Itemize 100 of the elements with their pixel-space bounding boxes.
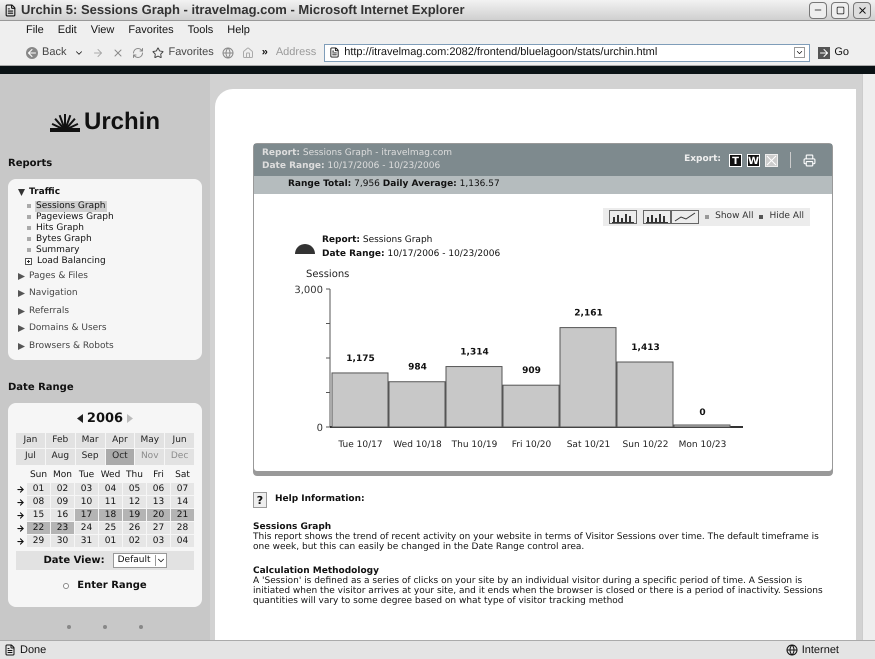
spreadsheet-icon[interactable] xyxy=(765,154,778,166)
chart-type-button[interactable] xyxy=(671,210,700,224)
collapsed-triangle-icon[interactable] xyxy=(18,325,25,332)
select-week-icon[interactable] xyxy=(16,510,25,520)
tree-item[interactable]: Traffic xyxy=(29,186,60,200)
tree-item[interactable]: Referrals xyxy=(29,304,70,318)
toolbar-overflow[interactable]: » xyxy=(262,44,268,61)
month-cell[interactable]: Mar xyxy=(76,432,104,448)
close-button[interactable] xyxy=(853,2,871,18)
export-button[interactable]: T xyxy=(729,154,742,166)
dropdown-icon[interactable] xyxy=(794,47,806,58)
day-cell[interactable]: 20 xyxy=(147,509,170,521)
day-cell[interactable]: 04 xyxy=(99,483,122,495)
day-cell[interactable]: 26 xyxy=(123,522,146,534)
minimize-button[interactable] xyxy=(809,2,827,18)
tree-item[interactable]: Hits Graph xyxy=(35,222,85,234)
day-cell[interactable]: 01 xyxy=(27,483,50,495)
collapsed-triangle-icon[interactable] xyxy=(18,308,25,315)
day-cell[interactable]: 28 xyxy=(171,522,194,534)
day-cell[interactable]: 05 xyxy=(123,483,146,495)
select-week-icon[interactable] xyxy=(16,536,25,546)
month-cell[interactable]: Aug xyxy=(46,449,75,464)
day-cell[interactable]: 29 xyxy=(27,535,50,547)
plus-box-icon[interactable] xyxy=(25,258,32,264)
address-field[interactable]: http://itravelmag.com:2082/frontend/bluelagoon/stats/urchin.html xyxy=(324,44,810,62)
day-cell[interactable]: 19 xyxy=(123,509,146,521)
select-week-icon[interactable] xyxy=(16,524,25,532)
menu-item[interactable]: View xyxy=(90,22,114,39)
month-cell[interactable]: Jul xyxy=(16,449,45,464)
day-cell[interactable]: 16 xyxy=(51,509,74,521)
go-button[interactable]: Go xyxy=(818,44,849,61)
month-cell[interactable]: Apr xyxy=(106,432,134,448)
month-cell[interactable]: Oct xyxy=(106,449,134,464)
day-cell[interactable]: 15 xyxy=(27,509,50,521)
tree-item[interactable]: Browsers & Robots xyxy=(29,340,114,353)
select-week-icon[interactable] xyxy=(16,498,25,506)
day-cell[interactable]: 02 xyxy=(51,483,74,495)
hide-all-link[interactable]: Hide All xyxy=(769,210,804,224)
expanded-triangle-icon[interactable] xyxy=(18,189,25,196)
day-cell[interactable]: 09 xyxy=(51,496,74,508)
date-view-select[interactable]: Default xyxy=(112,553,166,568)
month-cell[interactable]: Jan xyxy=(16,432,45,448)
tree-item[interactable]: Pages & Files xyxy=(29,270,88,283)
day-cell[interactable]: 14 xyxy=(171,496,194,508)
day-cell[interactable]: 30 xyxy=(51,535,74,547)
collapsed-triangle-icon[interactable] xyxy=(18,272,25,280)
show-all-link[interactable]: Show All xyxy=(715,210,754,224)
month-cell[interactable]: Feb xyxy=(46,432,75,448)
day-cell[interactable]: 21 xyxy=(171,509,194,521)
day-cell[interactable]: 11 xyxy=(99,496,122,508)
export-button[interactable]: W xyxy=(747,154,760,166)
maximize-button[interactable] xyxy=(831,2,849,18)
tree-item[interactable]: Load Balancing xyxy=(36,256,107,266)
back-button[interactable]: Back xyxy=(26,44,66,61)
day-cell[interactable]: 07 xyxy=(171,483,194,495)
day-cell[interactable]: 24 xyxy=(75,522,98,534)
tree-item[interactable]: Domains & Users xyxy=(29,322,107,336)
day-cell[interactable]: 08 xyxy=(27,496,50,508)
tree-item[interactable]: Bytes Graph xyxy=(35,234,93,244)
day-cell[interactable]: 10 xyxy=(75,496,98,508)
day-cell[interactable]: 03 xyxy=(147,535,170,547)
globe-icon[interactable] xyxy=(222,46,234,58)
day-cell[interactable]: 06 xyxy=(147,483,170,495)
tree-item[interactable]: Navigation xyxy=(29,287,78,300)
menu-item[interactable]: Favorites xyxy=(128,22,174,39)
menu-item[interactable]: File xyxy=(26,22,44,39)
day-cell[interactable]: 13 xyxy=(147,496,170,508)
tree-item[interactable]: Sessions Graph xyxy=(35,200,106,212)
month-cell[interactable]: Jun xyxy=(165,432,194,448)
stop-icon[interactable] xyxy=(112,46,124,58)
select-week-icon[interactable] xyxy=(16,484,25,494)
menu-item[interactable]: Tools xyxy=(188,22,214,39)
day-cell[interactable]: 18 xyxy=(99,509,122,521)
day-cell[interactable]: 25 xyxy=(99,522,122,534)
radio-button[interactable] xyxy=(63,582,70,588)
day-cell[interactable]: 31 xyxy=(75,535,98,547)
radio-label[interactable]: Enter Range xyxy=(77,578,147,593)
tree-item[interactable]: Summary xyxy=(35,244,80,256)
tree-item[interactable]: Pageviews Graph xyxy=(35,212,115,222)
menu-item[interactable]: Edit xyxy=(58,22,77,39)
collapsed-triangle-icon[interactable] xyxy=(18,342,25,350)
previous-year-icon[interactable] xyxy=(76,414,83,424)
day-cell[interactable]: 12 xyxy=(123,496,146,508)
month-cell[interactable]: Sep xyxy=(76,449,104,464)
refresh-icon[interactable] xyxy=(132,46,144,58)
menu-item[interactable]: Help xyxy=(227,22,250,39)
chart-type-button[interactable] xyxy=(643,210,672,224)
printer-icon[interactable] xyxy=(803,154,816,166)
day-cell[interactable]: 02 xyxy=(123,535,146,547)
day-cell[interactable]: 01 xyxy=(99,535,122,547)
month-cell[interactable]: May xyxy=(135,432,164,448)
day-cell[interactable]: 27 xyxy=(147,522,170,534)
day-cell[interactable]: 03 xyxy=(75,483,98,495)
day-cell[interactable]: 22 xyxy=(27,522,50,534)
day-cell[interactable]: 04 xyxy=(171,535,194,547)
day-cell[interactable]: 17 xyxy=(75,509,98,521)
chart-type-button[interactable] xyxy=(609,210,638,224)
collapsed-triangle-icon[interactable] xyxy=(18,290,25,298)
favorites-button[interactable]: Favorites xyxy=(152,44,214,61)
day-cell[interactable]: 23 xyxy=(51,522,74,534)
